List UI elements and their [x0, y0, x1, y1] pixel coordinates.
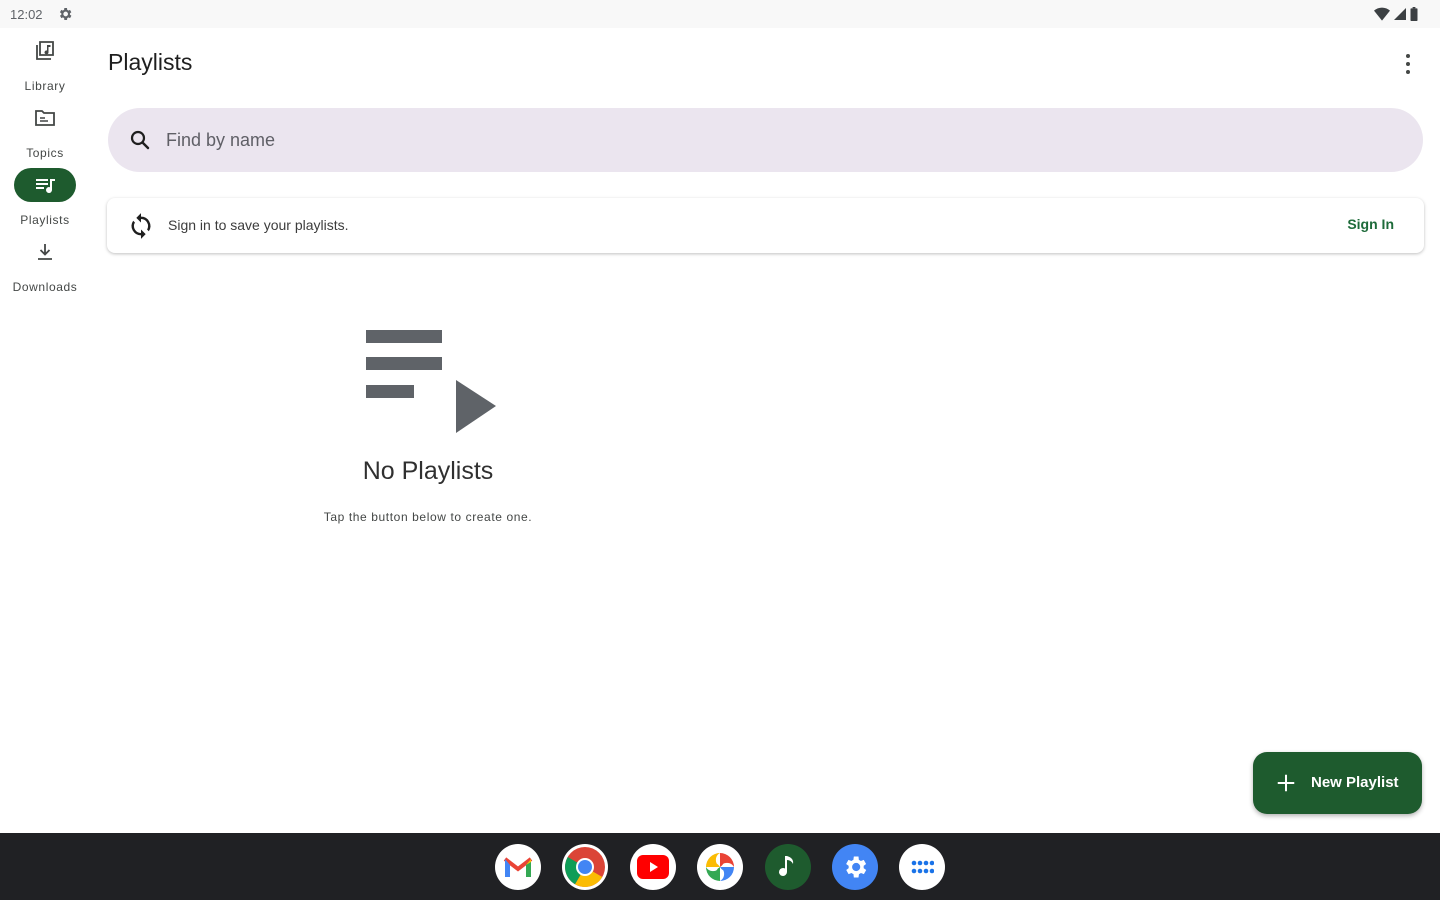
sync-icon	[131, 213, 151, 239]
nav-icon-container	[14, 34, 76, 68]
nav-label: Downloads	[12, 280, 78, 294]
search-bar[interactable]	[108, 108, 1423, 172]
search-input[interactable]	[166, 126, 1366, 154]
more-vert-icon[interactable]	[1396, 50, 1420, 78]
nav-icon-container	[14, 101, 76, 135]
status-bar: 12:02	[0, 0, 1440, 28]
search-icon	[130, 130, 150, 150]
plus-icon	[1277, 774, 1295, 792]
signal-icon	[1394, 8, 1406, 20]
page-title: Playlists	[108, 49, 193, 75]
youtube-icon[interactable]	[630, 844, 676, 890]
signin-card: Sign in to save your playlists. Sign In	[107, 198, 1424, 253]
library-icon	[36, 41, 54, 60]
wifi-icon	[1374, 7, 1390, 21]
battery-icon	[1410, 7, 1418, 21]
gear-icon	[59, 8, 72, 20]
nav-label: Topics	[26, 146, 64, 160]
new-playlist-button[interactable]: New Playlist	[1253, 752, 1422, 814]
playlist-icon	[36, 179, 55, 194]
nav-item-topics[interactable]: Topics	[0, 101, 90, 161]
signin-message: Sign in to save your playlists.	[168, 217, 349, 233]
nav-item-library[interactable]: Library	[0, 34, 90, 94]
empty-state-subtitle: Tap the button below to create one.	[323, 510, 533, 524]
nav-label: Library	[24, 79, 66, 93]
taskbar	[0, 833, 1440, 900]
app-launcher-icon[interactable]	[899, 844, 945, 890]
nav-label: Playlists	[20, 213, 70, 227]
download-icon	[38, 244, 52, 260]
folder-icon	[35, 110, 55, 126]
status-icons	[1374, 7, 1418, 21]
nav-item-playlists[interactable]: Playlists	[0, 168, 90, 228]
gmail-icon[interactable]	[495, 844, 541, 890]
empty-state-title: No Playlists	[362, 457, 494, 485]
empty-playlist-icon	[366, 330, 496, 433]
nav-icon-container	[14, 235, 76, 269]
nav-icon-container	[14, 168, 76, 202]
sign-in-button[interactable]: Sign In	[1347, 216, 1394, 232]
screen: 12:02 Library Topics Playlists Downloads…	[0, 0, 1440, 900]
status-time: 12:02	[10, 7, 43, 22]
navigation-rail: Library Topics Playlists Downloads	[0, 28, 90, 833]
music-app-icon[interactable]	[765, 844, 811, 890]
photos-icon[interactable]	[697, 844, 743, 890]
nav-item-downloads[interactable]: Downloads	[0, 235, 90, 295]
settings-app-icon[interactable]	[832, 844, 878, 890]
chrome-icon[interactable]	[562, 844, 608, 890]
new-playlist-label: New Playlist	[1311, 774, 1399, 791]
